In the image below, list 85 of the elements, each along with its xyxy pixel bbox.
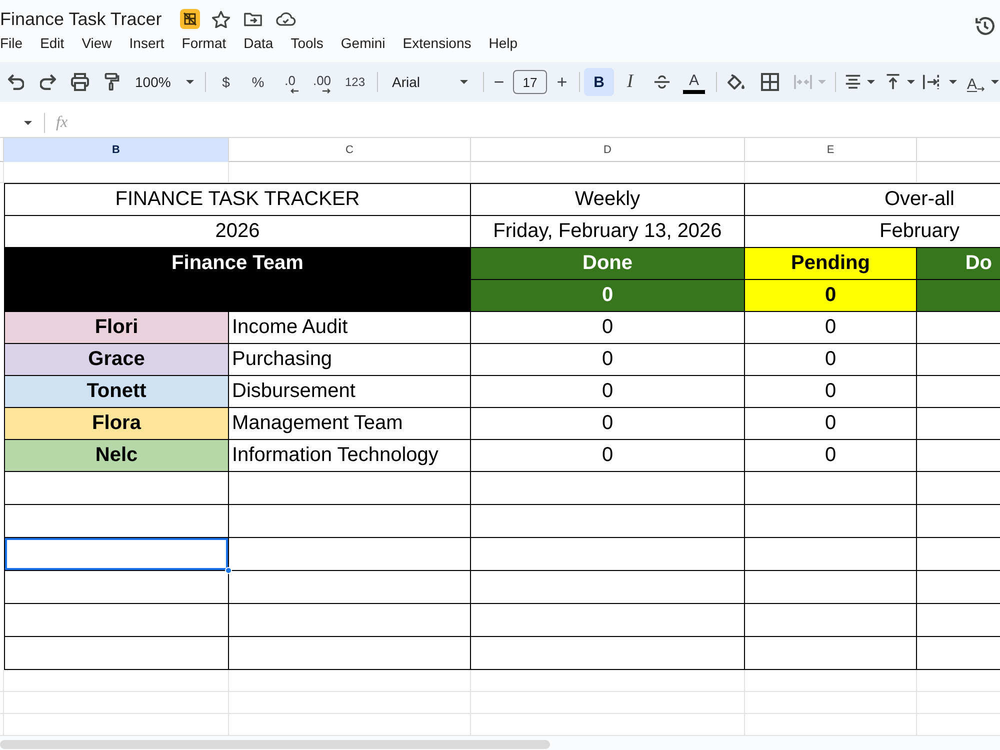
menu-item[interactable]: Gemini	[340, 36, 386, 50]
menu-item[interactable]: View	[82, 36, 112, 50]
table-cell: 0	[745, 344, 917, 376]
menu-item[interactable]: Data	[244, 36, 274, 50]
document-title[interactable]: Finance Task Tracer	[0, 8, 162, 30]
italic-button[interactable]: I	[614, 68, 646, 96]
table-cell: 2026	[5, 216, 471, 248]
increase-decimal-button[interactable]: .00	[306, 68, 338, 96]
table-cell: Information Technology	[229, 440, 471, 472]
color-swatch-icon	[683, 90, 705, 94]
arrow-left-icon	[290, 88, 298, 94]
caret-icon	[460, 80, 468, 84]
menu-item[interactable]: Help	[488, 36, 518, 50]
increase-font-size-button[interactable]: +	[548, 68, 576, 96]
caret-icon	[186, 80, 194, 84]
font-dropdown[interactable]: Arial	[382, 68, 478, 96]
table-cell: Flora	[5, 408, 229, 440]
caret-icon[interactable]	[949, 80, 957, 84]
align-center-icon[interactable]	[845, 74, 861, 90]
table-cell: Weekly	[471, 184, 745, 216]
table-cell: 0	[471, 344, 745, 376]
header-cell: Do	[917, 248, 1000, 280]
header-cell: Pending	[745, 248, 917, 280]
caret-icon[interactable]	[24, 120, 32, 124]
align-top-icon[interactable]	[885, 74, 901, 90]
table-cell: 0	[745, 408, 917, 440]
fill-handle[interactable]	[225, 567, 232, 574]
undo-icon[interactable]	[8, 74, 24, 90]
decrease-font-size-button[interactable]: −	[488, 68, 510, 96]
table-cell: 0	[471, 312, 745, 344]
horizontal-scrollbar[interactable]	[0, 740, 550, 749]
total-cell: 0	[745, 280, 917, 312]
font-size-field[interactable]: 17	[513, 70, 547, 94]
text-overflow-icon[interactable]	[923, 74, 939, 90]
redo-icon[interactable]	[40, 74, 56, 90]
history-icon[interactable]	[975, 16, 995, 36]
table-cell: Purchasing	[229, 344, 471, 376]
header-cell: Finance Team	[5, 248, 471, 312]
table-cell: Nelc	[5, 440, 229, 472]
arrow-right-icon	[322, 88, 330, 94]
paint-roller-icon[interactable]	[103, 73, 121, 91]
folder-arrow-icon[interactable]	[244, 10, 262, 28]
cloud-check-icon[interactable]	[276, 12, 296, 26]
table-cell: 0	[471, 376, 745, 408]
menu-item[interactable]: File	[0, 36, 23, 50]
table-cell: Tonett	[5, 376, 229, 408]
star-icon[interactable]	[212, 10, 230, 28]
menu-item[interactable]: Tools	[290, 36, 324, 50]
caret-icon[interactable]	[991, 80, 1000, 84]
menu-item[interactable]: Insert	[129, 36, 164, 50]
table-cell: 0	[745, 312, 917, 344]
number-format-button[interactable]: 123	[338, 68, 372, 96]
paint-bucket-icon[interactable]	[727, 73, 745, 91]
table-cell: Friday, February 13, 2026	[471, 216, 745, 248]
table-cell: 0	[745, 376, 917, 408]
header-cell: Done	[471, 248, 745, 280]
table-cell: Income Audit	[229, 312, 471, 344]
decrease-decimal-button[interactable]: .0	[274, 68, 306, 96]
bold-button[interactable]: B	[584, 68, 614, 96]
menu-item[interactable]: Edit	[40, 36, 64, 50]
borders-icon[interactable]	[761, 73, 779, 91]
text-color-button[interactable]: A	[678, 68, 710, 96]
currency-button[interactable]: $	[210, 68, 242, 96]
menu-item[interactable]: Extensions	[402, 36, 472, 50]
arrow-right-icon	[977, 86, 986, 92]
table-cell: Management Team	[229, 408, 471, 440]
column-header[interactable]: B	[4, 138, 229, 162]
function-label: fx	[56, 114, 68, 132]
table-cell: 0	[745, 440, 917, 472]
strikethrough-icon	[654, 74, 670, 90]
table-cell: 0	[471, 440, 745, 472]
total-cell: 0	[471, 280, 745, 312]
table-cell: Grace	[5, 344, 229, 376]
table-cell: 0	[471, 408, 745, 440]
table-cell: Disbursement	[229, 376, 471, 408]
zoom-dropdown[interactable]: 100%	[128, 68, 200, 96]
percent-button[interactable]: %	[242, 68, 274, 96]
grid-slash-icon[interactable]	[180, 9, 200, 29]
table-cell: Flori	[5, 312, 229, 344]
text-rotation-button[interactable]: A	[967, 72, 986, 92]
print-icon[interactable]	[71, 73, 89, 91]
menu-item[interactable]: Format	[182, 36, 226, 50]
sheet-title: FINANCE TASK TRACKER	[5, 184, 471, 216]
caret-icon[interactable]	[907, 80, 915, 84]
caret-icon[interactable]	[867, 80, 875, 84]
